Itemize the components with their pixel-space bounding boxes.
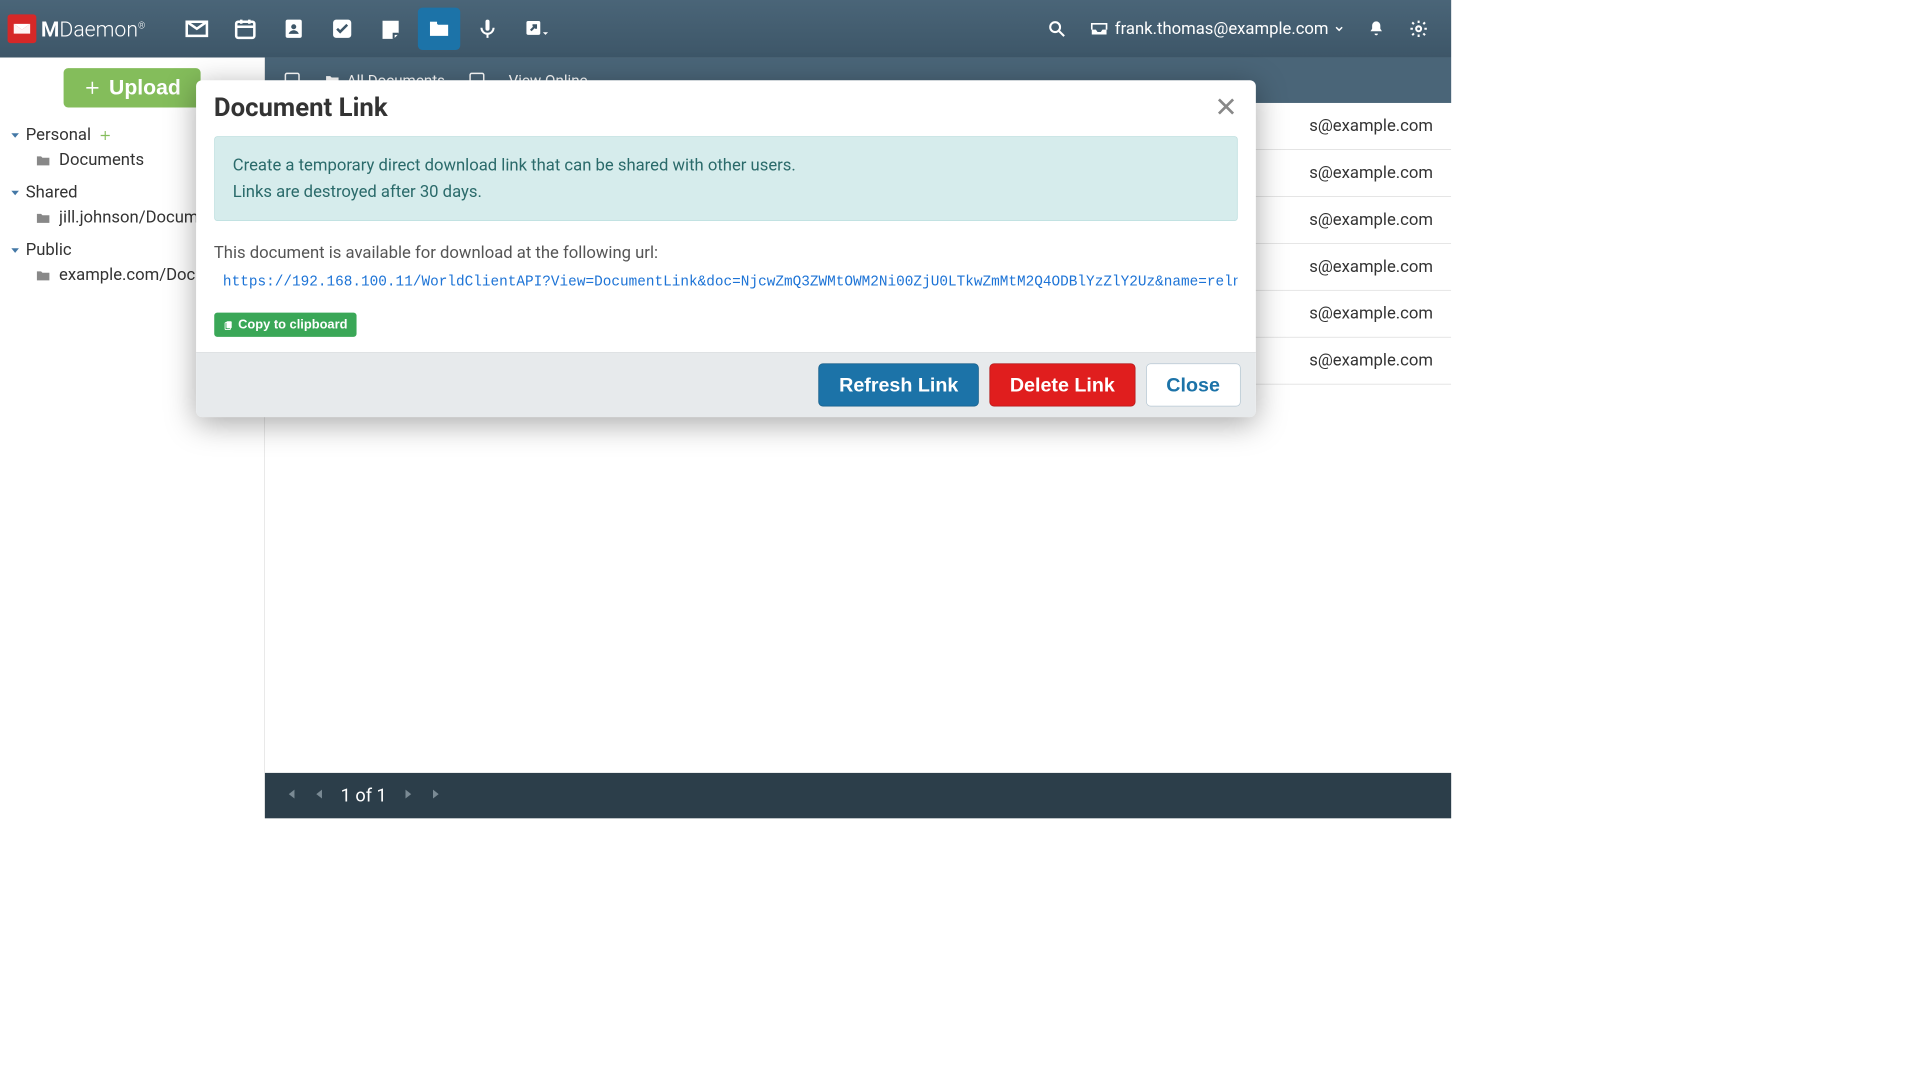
copy-to-clipboard-button[interactable]: Copy to clipboard (214, 313, 357, 337)
voice-icon[interactable] (466, 8, 508, 50)
gear-icon[interactable] (1409, 19, 1429, 39)
brand-logo[interactable]: MDaemon® (8, 14, 146, 43)
user-menu[interactable]: frank.thomas@example.com (1089, 19, 1344, 39)
brand-name: MDaemon® (41, 16, 145, 41)
modal-footer: Refresh Link Delete Link Close (196, 352, 1256, 417)
top-navbar: MDaemon® (0, 0, 1451, 58)
document-link-url[interactable]: https://192.168.100.11/WorldClientAPI?Vi… (214, 274, 1237, 291)
close-button[interactable]: Close (1146, 364, 1240, 407)
modal-body: Create a temporary direct download link … (196, 129, 1256, 353)
mail-icon[interactable] (176, 8, 218, 50)
notes-icon[interactable] (369, 8, 411, 50)
nav-icon-group (176, 8, 558, 50)
availability-text: This document is available for download … (214, 244, 1237, 263)
brand-logo-icon (8, 14, 37, 43)
info-line: Create a temporary direct download link … (233, 152, 1219, 179)
search-icon[interactable] (1047, 19, 1067, 39)
contacts-icon[interactable] (272, 8, 314, 50)
copy-label: Copy to clipboard (238, 317, 347, 332)
chevron-down-icon (1335, 24, 1344, 33)
document-link-modal: Document Link ✕ Create a temporary direc… (196, 80, 1256, 417)
documents-icon[interactable] (418, 8, 460, 50)
topbar-right: frank.thomas@example.com (1047, 19, 1444, 39)
user-email: frank.thomas@example.com (1115, 19, 1329, 38)
calendar-icon[interactable] (224, 8, 266, 50)
modal-backdrop: Document Link ✕ Create a temporary direc… (0, 58, 1451, 819)
info-line: Links are destroyed after 30 days. (233, 179, 1219, 206)
tasks-icon[interactable] (321, 8, 363, 50)
refresh-link-button[interactable]: Refresh Link (819, 364, 979, 407)
info-message: Create a temporary direct download link … (214, 136, 1237, 221)
external-link-icon[interactable] (515, 8, 557, 50)
inbox-icon (1089, 19, 1109, 39)
clipboard-icon (223, 320, 234, 331)
delete-link-button[interactable]: Delete Link (989, 364, 1135, 407)
close-icon[interactable]: ✕ (1214, 94, 1237, 121)
modal-title: Document Link (214, 92, 388, 122)
modal-header: Document Link ✕ (196, 80, 1256, 128)
bell-icon[interactable] (1366, 19, 1386, 39)
